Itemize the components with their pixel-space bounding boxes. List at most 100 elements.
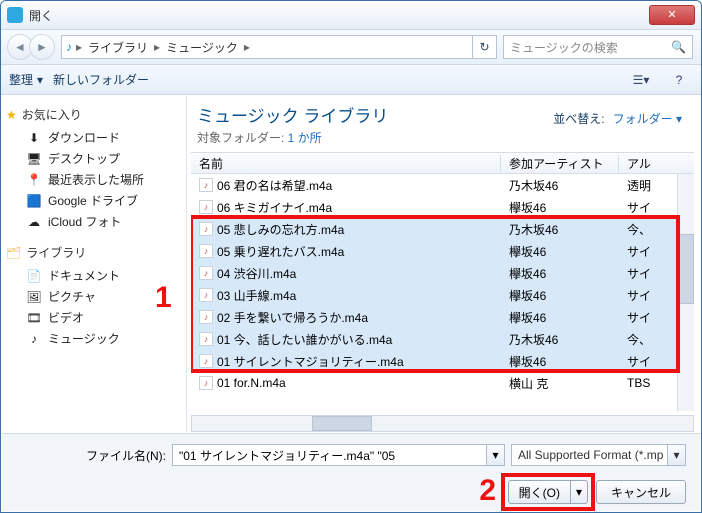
column-headers: 名前 参加アーティスト アル — [191, 152, 694, 174]
search-input[interactable]: ミュージックの検索 🔍 — [503, 35, 693, 59]
item-icon: 📍 — [26, 173, 42, 187]
table-row[interactable]: ♪03 山手線.m4a欅坂46サイ — [191, 284, 694, 306]
horizontal-scrollbar[interactable] — [191, 415, 694, 432]
sidebar-item[interactable]: 🖥デスクトップ — [16, 148, 182, 169]
file-artist: 乃木坂46 — [501, 331, 619, 348]
open-button[interactable]: 開く(O) ▾ — [508, 480, 588, 504]
column-name[interactable]: 名前 — [191, 155, 501, 172]
file-name: 01 for.N.m4a — [217, 376, 286, 390]
audio-file-icon: ♪ — [199, 310, 213, 324]
breadcrumb-seg[interactable]: ミュージック — [162, 39, 242, 56]
audio-file-icon: ♪ — [199, 288, 213, 302]
breadcrumb[interactable]: ♪ ▸ ライブラリ ▸ ミュージック ▸ — [61, 35, 473, 59]
sidebar-item-label: iCloud フォト — [48, 213, 121, 230]
filter-combo[interactable]: All Supported Format (*.mp ▾ — [511, 444, 686, 466]
sidebar-item-label: ダウンロード — [48, 129, 120, 146]
sidebar-item-label: デスクトップ — [48, 150, 120, 167]
refresh-icon: ↻ — [479, 40, 489, 54]
file-artist: 欅坂46 — [501, 309, 619, 326]
item-icon: ⬇ — [26, 131, 42, 145]
table-row[interactable]: ♪01 サイレントマジョリティー.m4a欅坂46サイ — [191, 350, 694, 372]
sidebar-head-favorites[interactable]: ★ お気に入り — [6, 106, 182, 123]
file-artist: 欅坂46 — [501, 243, 619, 260]
open-dialog: 開く ✕ ◄ ► ♪ ▸ ライブラリ ▸ ミュージック ▸ ↻ ミュージックの検… — [0, 0, 702, 513]
new-folder-button[interactable]: 新しいフォルダー — [53, 71, 149, 88]
file-name: 06 君の名は希望.m4a — [217, 177, 332, 194]
help-icon: ? — [676, 73, 683, 87]
file-name: 01 サイレントマジョリティー.m4a — [217, 353, 404, 370]
nav-bar: ◄ ► ♪ ▸ ライブラリ ▸ ミュージック ▸ ↻ ミュージックの検索 🔍 — [1, 29, 701, 65]
annotation-1: 1 — [155, 281, 172, 315]
file-artist: 横山 克 — [501, 375, 619, 392]
library-subtitle: 対象フォルダー: 1 か所 — [197, 129, 700, 146]
view-icon: ☰ — [633, 73, 644, 87]
table-row[interactable]: ♪04 渋谷川.m4a欅坂46サイ — [191, 262, 694, 284]
table-row[interactable]: ♪01 今、話したい誰かがいる.m4a乃木坂46今、 — [191, 328, 694, 350]
sidebar-item[interactable]: 🟦Google ドライブ — [16, 190, 182, 211]
footer: ファイル名(N): "01 サイレントマジョリティー.m4a" "05 ▾ Al… — [2, 433, 700, 511]
filename-input[interactable]: "01 サイレントマジョリティー.m4a" "05 ▾ — [172, 444, 505, 466]
chevron-down-icon: ▾ — [37, 73, 43, 87]
breadcrumb-seg[interactable]: ライブラリ — [84, 39, 152, 56]
sidebar-item[interactable]: ☁iCloud フォト — [16, 211, 182, 232]
table-row[interactable]: ♪05 乗り遅れたバス.m4a欅坂46サイ — [191, 240, 694, 262]
audio-file-icon: ♪ — [199, 266, 213, 280]
sidebar-item-label: Google ドライブ — [48, 192, 138, 209]
chevron-icon: ▸ — [76, 40, 82, 54]
file-artist: 欅坂46 — [501, 353, 619, 370]
table-row[interactable]: ♪06 君の名は希望.m4a乃木坂46透明 — [191, 174, 694, 196]
table-row[interactable]: ♪06 キミガイナイ.m4a欅坂46サイ — [191, 196, 694, 218]
chevron-icon: ▸ — [154, 40, 160, 54]
sidebar-item-label: ビデオ — [48, 309, 84, 326]
file-list[interactable]: ♪06 君の名は希望.m4a乃木坂46透明♪06 キミガイナイ.m4a欅坂46サ… — [191, 174, 694, 411]
app-icon — [7, 7, 23, 23]
annotation-2: 2 — [479, 474, 496, 508]
item-icon: 📄 — [26, 269, 42, 283]
toolbar: 整理▾ 新しいフォルダー ☰▾ ? — [1, 65, 701, 95]
file-artist: 欅坂46 — [501, 287, 619, 304]
item-icon: 🖼 — [26, 290, 42, 304]
search-icon: 🔍 — [671, 40, 686, 54]
filename-label: ファイル名(N): — [16, 447, 166, 464]
audio-file-icon: ♪ — [199, 332, 213, 346]
chevron-down-icon[interactable]: ▾ — [667, 445, 685, 465]
help-button[interactable]: ? — [665, 69, 693, 91]
refresh-button[interactable]: ↻ — [473, 35, 497, 59]
table-row[interactable]: ♪01 for.N.m4a横山 克TBS — [191, 372, 694, 394]
organize-menu[interactable]: 整理▾ — [9, 71, 43, 88]
audio-file-icon: ♪ — [199, 244, 213, 258]
vertical-scrollbar[interactable] — [677, 174, 694, 411]
sidebar-item[interactable]: 📍最近表示した場所 — [16, 169, 182, 190]
chevron-down-icon[interactable]: ▾ — [571, 485, 587, 499]
file-artist: 乃木坂46 — [501, 177, 619, 194]
content-pane: ミュージック ライブラリ 対象フォルダー: 1 か所 並べ替え: フォルダー ▾… — [187, 96, 700, 432]
scrollbar-thumb[interactable] — [312, 416, 372, 431]
file-name: 01 今、話したい誰かがいる.m4a — [217, 331, 392, 348]
table-row[interactable]: ♪05 悲しみの忘れ方.m4a乃木坂46今、 — [191, 218, 694, 240]
table-row[interactable]: ♪02 手を繋いで帰ろうか.m4a欅坂46サイ — [191, 306, 694, 328]
file-name: 06 キミガイナイ.m4a — [217, 199, 332, 216]
sidebar-item[interactable]: ⬇ ダウンロード — [16, 127, 182, 148]
item-icon: 🎞 — [26, 311, 42, 325]
file-artist: 乃木坂46 — [501, 221, 619, 238]
scrollbar-thumb[interactable] — [678, 234, 694, 304]
item-icon: ♪ — [26, 332, 42, 346]
sidebar-item[interactable]: ♪ミュージック — [16, 328, 182, 349]
chevron-down-icon[interactable]: ▾ — [486, 445, 504, 465]
sidebar-head-libraries[interactable]: 🗂 ライブラリ — [6, 244, 182, 261]
cancel-button[interactable]: キャンセル — [596, 480, 686, 504]
sort-menu[interactable]: フォルダー ▾ — [613, 110, 682, 127]
sort-controls: 並べ替え: フォルダー ▾ — [553, 110, 682, 127]
sidebar-item-label: ピクチャ — [48, 288, 96, 305]
library-locations-link[interactable]: 1 か所 — [288, 131, 322, 145]
audio-file-icon: ♪ — [199, 200, 213, 214]
column-album[interactable]: アル — [619, 155, 694, 172]
forward-button[interactable]: ► — [29, 34, 55, 60]
column-artist[interactable]: 参加アーティスト — [501, 155, 619, 172]
search-placeholder: ミュージックの検索 — [510, 39, 618, 56]
audio-file-icon: ♪ — [199, 222, 213, 236]
file-artist: 欅坂46 — [501, 265, 619, 282]
close-button[interactable]: ✕ — [649, 5, 695, 25]
audio-file-icon: ♪ — [199, 376, 213, 390]
view-button[interactable]: ☰▾ — [627, 69, 655, 91]
